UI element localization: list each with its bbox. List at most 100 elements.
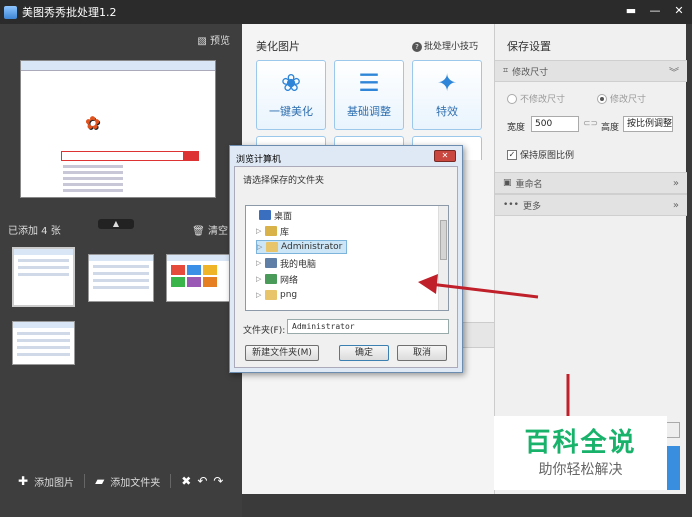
dialog-body: 请选择保存的文件夹 桌面 ▷ 库 ▷ Administrator ▷ 我的电脑 … (234, 166, 458, 368)
tree-scrollbar[interactable] (438, 206, 448, 310)
basic-adjust-button[interactable]: ☰ 基础调整 (334, 60, 404, 130)
preview-search-button (183, 151, 199, 161)
save-settings-title: 保存设置 (507, 40, 551, 53)
close-icon[interactable]: ✕ (672, 4, 686, 17)
rename-section-label: 重命名 (515, 179, 543, 190)
ok-button[interactable]: 确定 (339, 345, 389, 361)
tree-item-label: png (280, 290, 298, 300)
left-panel: ▧ 预览 ✿ ▲ 已添加 4 张 🗑 清空 ✚ 添加图片 ▰ 添加文件夹 ✖ ↶… (0, 24, 242, 517)
add-image-button[interactable]: 添加图片 (34, 474, 74, 489)
expand-arrow-icon[interactable]: ▷ (256, 227, 262, 235)
resize-radio[interactable]: 修改尺寸 (597, 92, 646, 105)
preview-icon: ▧ (197, 36, 207, 47)
rename-section-header[interactable]: ▣ 重命名 » (495, 172, 687, 194)
thumbnail-3[interactable] (166, 254, 232, 302)
tree-item-label: 桌面 (274, 211, 293, 222)
folder-input[interactable]: Administrator (287, 319, 449, 334)
rename-icon: ▣ (503, 178, 512, 188)
preview-label: 预览 (210, 36, 230, 47)
tree-item-label: Administrator (281, 242, 343, 252)
tree-item-png[interactable]: ▷ png (256, 288, 297, 302)
scrollbar-thumb[interactable] (440, 220, 447, 260)
app-title: 美图秀秀批处理1.2 (22, 6, 117, 19)
expand-arrow-icon[interactable]: ▷ (256, 275, 262, 283)
watermark-subtitle: 助你轻松解决 (538, 462, 623, 478)
tree-item-computer[interactable]: ▷ 我的电脑 (256, 256, 316, 270)
tree-item-label: 库 (280, 227, 290, 238)
preview-image: ✿ (20, 60, 216, 198)
expand-arrow-icon[interactable]: ▷ (257, 243, 263, 251)
folder-icon: ▰ (95, 474, 105, 488)
radio-icon (507, 93, 517, 104)
app-icon (4, 5, 17, 19)
more-section-header[interactable]: ••• 更多 » (495, 194, 687, 216)
bottom-toolbar: ✚ 添加图片 ▰ 添加文件夹 ✖ ↶ ↷ (0, 466, 242, 496)
window-controls: ▬ — ✕ (624, 4, 686, 17)
tile-label: 基础调整 (347, 105, 391, 118)
crop-icon: ⌗ (503, 66, 509, 76)
thumbnail-2[interactable] (88, 254, 154, 302)
added-count: 已添加 4 张 (8, 226, 61, 237)
watermark: 百科全说 助你轻松解决 (494, 416, 667, 490)
radio-selected-icon (597, 93, 607, 104)
clear-button[interactable]: 🗑 清空 (192, 222, 228, 237)
tile-label: 一键美化 (269, 105, 313, 118)
expand-arrow-icon[interactable]: ▷ (256, 291, 262, 299)
tulip-icon: ❀ (280, 69, 302, 97)
chevron-right-icon: » (672, 199, 679, 211)
desktop-icon (259, 210, 271, 220)
tree-item-network[interactable]: ▷ 网络 (256, 272, 298, 286)
divider (84, 474, 86, 488)
browse-folder-dialog: 浏览计算机 ✕ 请选择保存的文件夹 桌面 ▷ 库 ▷ Administrator… (229, 145, 463, 373)
more-icon: ••• (503, 200, 519, 210)
preview-browser-bar (21, 61, 215, 71)
minimize-icon[interactable]: — (648, 4, 662, 17)
library-icon (265, 226, 277, 236)
effects-button[interactable]: ✦ 特效 (412, 60, 482, 130)
add-folder-button[interactable]: 添加文件夹 (110, 474, 160, 489)
menu-icon[interactable]: ▬ (624, 4, 638, 17)
rotate-left-icon[interactable]: ↶ (197, 474, 207, 488)
sliders-icon: ☰ (358, 69, 380, 97)
resize-section-header[interactable]: ⌗ 修改尺寸 ︾ (495, 60, 687, 82)
tree-item-administrator[interactable]: ▷ Administrator (256, 240, 348, 254)
tree-item-desktop[interactable]: 桌面 (250, 208, 292, 222)
width-input[interactable]: 500 (531, 116, 579, 132)
no-resize-label: 不修改尺寸 (520, 95, 566, 105)
expand-arrow-icon[interactable]: ▷ (256, 259, 262, 267)
beautify-title: 美化图片 (256, 40, 300, 53)
thumbnail-1[interactable] (12, 247, 75, 307)
resize-section-label: 修改尺寸 (512, 67, 549, 78)
preview-suggestions (63, 165, 123, 195)
cancel-button[interactable]: 取消 (397, 345, 447, 361)
delete-icon[interactable]: ✖ (181, 474, 191, 488)
tree-item-library[interactable]: ▷ 库 (256, 224, 289, 238)
link-icon[interactable]: ⊂⊃ (583, 119, 598, 129)
computer-icon (265, 258, 277, 268)
clear-label: 清空 (208, 226, 228, 237)
more-section-label: 更多 (522, 201, 541, 212)
collapse-toggle[interactable]: ▲ (98, 219, 134, 229)
chevron-down-icon: ︾ (669, 67, 679, 79)
rotate-right-icon[interactable]: ↷ (213, 474, 223, 488)
user-folder-icon (266, 242, 278, 252)
tree-item-label: 网络 (280, 275, 299, 286)
tips-label: 批处理小技巧 (423, 42, 478, 52)
title-bar: 美图秀秀批处理1.2 ▬ — ✕ (0, 0, 692, 24)
one-click-beautify-button[interactable]: ❀ 一键美化 (256, 60, 326, 130)
divider (170, 474, 172, 488)
preview-search-box (61, 151, 199, 161)
no-resize-radio[interactable]: 不修改尺寸 (507, 92, 565, 105)
thumbnail-4[interactable] (12, 321, 75, 365)
dialog-close-button[interactable]: ✕ (434, 150, 456, 162)
new-folder-button[interactable]: 新建文件夹(M) (245, 345, 319, 361)
resize-label: 修改尺寸 (610, 95, 647, 105)
tips-link[interactable]: ? 批处理小技巧 (411, 39, 478, 52)
keep-ratio-checkbox[interactable]: ✓ 保持原图比例 (507, 148, 574, 161)
tree-item-label: 我的电脑 (280, 259, 317, 270)
height-input[interactable]: 按比例调整 (623, 116, 673, 132)
trash-icon: 🗑 (192, 226, 205, 237)
preview-button[interactable]: ▧ 预览 (197, 32, 230, 47)
folder-tree[interactable]: 桌面 ▷ 库 ▷ Administrator ▷ 我的电脑 ▷ 网络 ▷ png (245, 205, 449, 311)
folder-icon (265, 290, 277, 300)
